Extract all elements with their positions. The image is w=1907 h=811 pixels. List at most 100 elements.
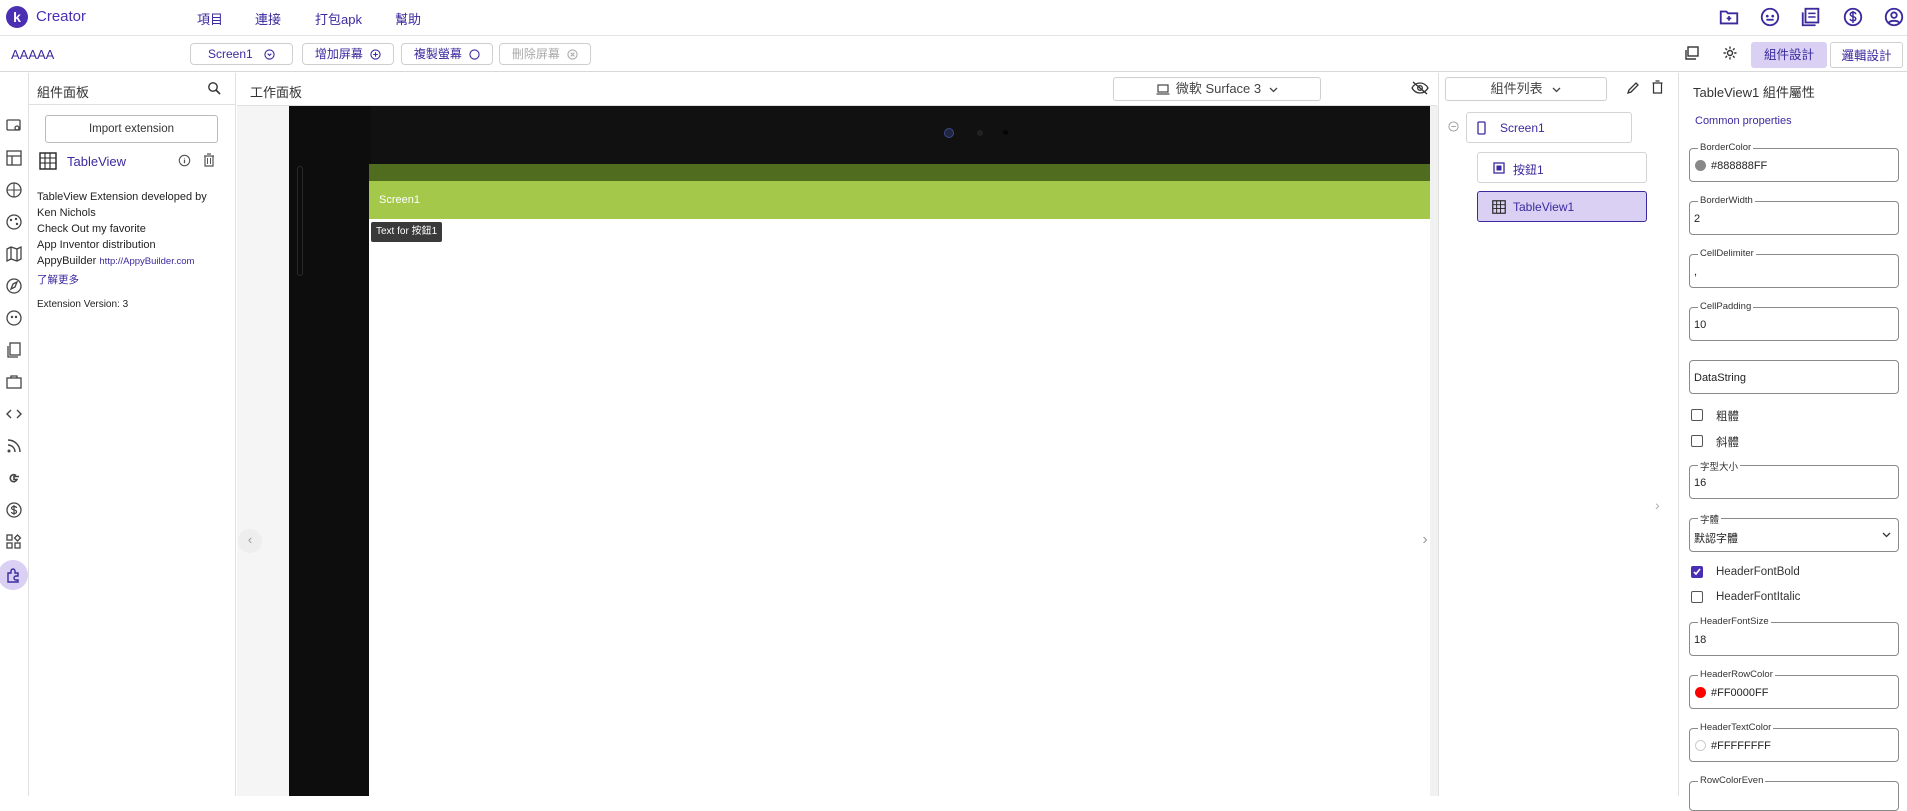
prop-value: 2 [1694, 213, 1701, 225]
extension-puzzle-icon[interactable] [4, 565, 24, 585]
bold-checkbox[interactable] [1691, 409, 1703, 421]
prop-headertextcolor[interactable]: HeaderTextColor #FFFFFFFF [1689, 722, 1899, 762]
gallery-icon[interactable] [1684, 45, 1700, 61]
visibility-off-icon[interactable] [1411, 81, 1429, 95]
extension-name[interactable]: TableView [67, 154, 126, 169]
storage-icon[interactable] [4, 340, 24, 360]
rss-icon[interactable] [4, 436, 24, 456]
copy-screen-button[interactable]: 複製螢幕 [401, 43, 493, 65]
menu-build-apk[interactable]: 打包apk [315, 9, 362, 28]
properties-section[interactable]: Common properties [1695, 115, 1792, 127]
header-font-italic-label: HeaderFontItalic [1716, 591, 1801, 603]
dollar-icon[interactable] [1842, 6, 1864, 28]
menu-help[interactable]: 幫助 [395, 9, 421, 28]
gamepad-icon[interactable] [1759, 6, 1781, 28]
app-logo[interactable]: k [6, 6, 28, 28]
prop-celldelimiter[interactable]: CellDelimiter , [1689, 248, 1899, 288]
properties-title: TableView1 組件屬性 [1693, 85, 1815, 100]
info-icon[interactable] [178, 154, 191, 167]
code-icon[interactable] [4, 404, 24, 424]
tab-designer[interactable]: 組件設計 [1751, 42, 1827, 68]
import-extension-button[interactable]: Import extension [45, 115, 218, 143]
italic-checkbox[interactable] [1691, 435, 1703, 447]
prop-value: 16 [1694, 477, 1707, 489]
prop-rowcoloreven[interactable]: RowColorEven [1689, 775, 1899, 811]
tree-item-button1[interactable]: 按鈕1 [1477, 152, 1647, 183]
add-screen-button[interactable]: 增加屏幕 [302, 43, 394, 65]
user-interface-icon[interactable] [4, 116, 24, 136]
prop-label: HeaderTextColor [1698, 722, 1774, 733]
prop-bordercolor[interactable]: BorderColor #888888FF [1689, 142, 1899, 182]
header-font-italic-checkbox[interactable] [1691, 591, 1703, 603]
prop-label: BorderColor [1698, 142, 1754, 153]
color-swatch [1695, 160, 1706, 171]
component-tree-select[interactable]: 組件列表 [1445, 77, 1607, 101]
trash-icon[interactable] [1651, 80, 1664, 94]
prop-cellpadding[interactable]: CellPadding 10 [1689, 301, 1899, 341]
chevron-circle-icon [264, 49, 275, 60]
prop-value: #888888FF [1711, 160, 1768, 172]
learn-more-link[interactable]: 了解更多 [37, 272, 79, 287]
screen-select[interactable]: Screen1 [190, 43, 293, 65]
folder-add-icon[interactable] [1718, 6, 1740, 28]
maps-icon[interactable] [4, 244, 24, 264]
delete-icon[interactable] [203, 153, 215, 167]
drawing-icon[interactable] [4, 212, 24, 232]
library-icon[interactable] [1800, 6, 1822, 28]
prop-borderwidth[interactable]: BorderWidth 2 [1689, 195, 1899, 235]
prop-headerrowcolor[interactable]: HeaderRowColor #FF0000FF [1689, 669, 1899, 709]
social-icon[interactable] [4, 308, 24, 328]
copy-screen-label: 複製螢幕 [413, 47, 462, 61]
tree-item-tableview1[interactable]: TableView1 [1477, 191, 1647, 222]
apps-icon[interactable] [4, 532, 24, 552]
account-icon[interactable] [1883, 6, 1905, 28]
delete-screen-button[interactable]: 刪除屏幕 [499, 43, 591, 65]
prop-value: #FF0000FF [1711, 687, 1769, 699]
appybuilder-prefix: AppyBuilder [37, 255, 97, 267]
properties-panel: TableView1 組件屬性 Common properties Border… [1678, 73, 1907, 811]
device-select[interactable]: 微軟 Surface 3 [1113, 77, 1321, 101]
expand-right-icon[interactable]: › [1655, 497, 1660, 513]
workspace-title: 工作面板 [250, 85, 303, 100]
gear-icon[interactable] [1722, 45, 1738, 61]
prop-headerfontsize[interactable]: HeaderFontSize 18 [1689, 616, 1899, 656]
chevron-down-icon [1882, 532, 1891, 538]
palette-category-rail [0, 73, 29, 796]
prop-fontsize[interactable]: 字型大小 16 [1689, 459, 1899, 499]
collapse-icon[interactable] [1448, 121, 1459, 132]
canvas-scrollbar[interactable] [1430, 106, 1438, 796]
tab-blocks[interactable]: 邏輯設計 [1830, 42, 1903, 68]
tree-item-screen1[interactable]: Screen1 [1466, 112, 1632, 143]
menu-connect[interactable]: 連接 [255, 9, 281, 28]
top-nav-bar: k Creator 項目 連接 打包apk 幫助 [0, 0, 1907, 36]
monetization-icon[interactable] [4, 500, 24, 520]
description-line: TableView Extension developed by [37, 191, 207, 203]
device-sensor [1003, 130, 1008, 135]
copy-circle-icon [469, 49, 480, 60]
media-icon[interactable] [4, 180, 24, 200]
description-line: AppyBuilder http://AppyBuilder.com [37, 253, 232, 270]
google-icon[interactable] [4, 468, 24, 488]
delete-screen-label: 刪除屏幕 [511, 47, 560, 61]
appybuilder-link[interactable]: http://AppyBuilder.com [99, 256, 194, 267]
screen-area[interactable]: Screen1 Text for 按鈕1 [369, 164, 1437, 796]
edit-icon[interactable] [1626, 81, 1640, 95]
component-button[interactable]: Text for 按鈕1 [371, 222, 443, 242]
description-line: App Inventor distribution [37, 239, 156, 251]
component-tree-panel: 組件列表 Screen1 按鈕1 TableView1 › [1438, 73, 1678, 796]
chevron-down-icon [1269, 87, 1278, 93]
prop-value: #FFFFFFFF [1711, 740, 1771, 752]
sensor-icon[interactable] [4, 276, 24, 296]
scroll-left-icon[interactable]: ‹ [238, 529, 262, 553]
screen-status-bar [369, 164, 1437, 181]
prop-datastring[interactable]: DataString [1689, 360, 1899, 394]
briefcase-icon[interactable] [4, 372, 24, 392]
search-icon[interactable] [207, 81, 221, 95]
menu-projects[interactable]: 項目 [197, 9, 223, 28]
prop-typeface[interactable]: 字體 默認字體 [1689, 512, 1899, 552]
layout-icon[interactable] [4, 148, 24, 168]
header-font-bold-checkbox[interactable] [1691, 566, 1703, 578]
designer-canvas[interactable]: ‹ Screen1 Text for 按鈕1 › [237, 106, 1437, 796]
device-sensor [977, 130, 983, 136]
prop-label: CellPadding [1698, 301, 1754, 312]
